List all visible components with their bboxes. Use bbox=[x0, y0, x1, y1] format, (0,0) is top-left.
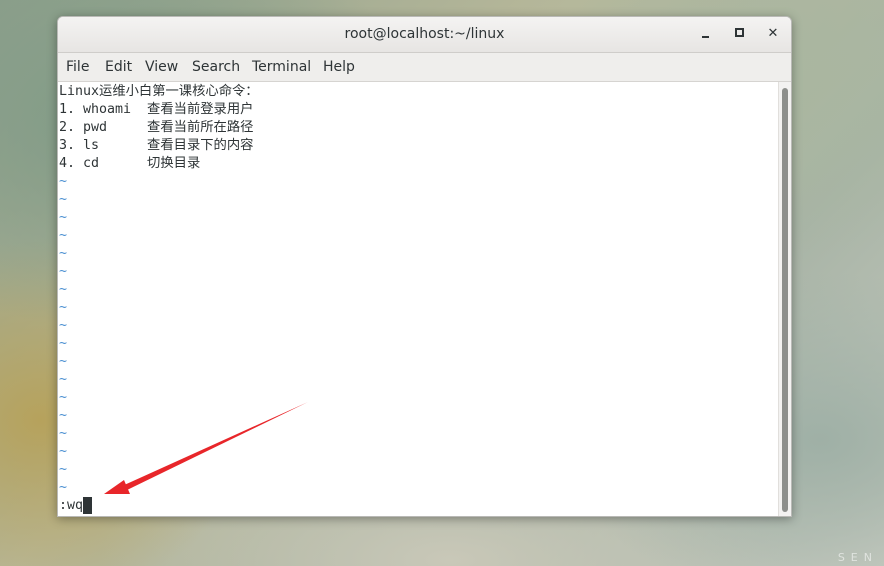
terminal-window: root@localhost:~/linux ✕ File Edit View … bbox=[57, 16, 792, 517]
minimize-button[interactable] bbox=[696, 25, 714, 43]
vim-tilde-line: ~ bbox=[59, 264, 68, 279]
vim-tilde-line: ~ bbox=[59, 336, 68, 351]
window-title: root@localhost:~/linux bbox=[344, 26, 505, 42]
vim-tilde-line: ~ bbox=[59, 480, 68, 495]
menu-help[interactable]: Help bbox=[323, 53, 355, 81]
terminal-line: Linux运维小白第一课核心命令： bbox=[59, 84, 259, 99]
vim-tilde-line: ~ bbox=[59, 192, 68, 207]
vim-tilde-line: ~ bbox=[59, 372, 68, 387]
vim-tilde-line: ~ bbox=[59, 318, 68, 333]
menu-terminal[interactable]: Terminal bbox=[252, 53, 311, 81]
title-bar[interactable]: root@localhost:~/linux ✕ bbox=[58, 17, 791, 53]
vim-tilde-line: ~ bbox=[59, 390, 68, 405]
terminal-line: 3. ls 查看目录下的内容 bbox=[59, 138, 254, 153]
vim-tilde-line: ~ bbox=[59, 444, 68, 459]
menu-search[interactable]: Search bbox=[192, 53, 240, 81]
vim-tilde-line: ~ bbox=[59, 210, 68, 225]
menu-edit[interactable]: Edit bbox=[105, 53, 132, 81]
scrollbar-thumb[interactable] bbox=[782, 88, 788, 512]
terminal-line: 4. cd 切换目录 bbox=[59, 156, 201, 171]
menu-file[interactable]: File bbox=[66, 53, 89, 81]
text-cursor bbox=[83, 497, 93, 514]
vim-tilde-line: ~ bbox=[59, 282, 68, 297]
menu-view[interactable]: View bbox=[145, 53, 178, 81]
terminal-line: 2. pwd 查看当前所在路径 bbox=[59, 120, 254, 135]
background-watermark: SEN bbox=[837, 551, 878, 564]
close-icon: ✕ bbox=[767, 26, 779, 41]
minimize-icon bbox=[701, 35, 709, 38]
vim-tilde-line: ~ bbox=[59, 174, 68, 189]
vim-tilde-line: ~ bbox=[59, 426, 68, 441]
maximize-button[interactable] bbox=[730, 25, 748, 43]
vim-command-text: :wq bbox=[59, 498, 84, 513]
vim-tilde-line: ~ bbox=[59, 408, 68, 423]
maximize-icon bbox=[734, 28, 744, 37]
terminal-area[interactable]: Linux运维小白第一课核心命令： 1. whoami 查看当前登录用户 2. … bbox=[58, 82, 779, 516]
vim-tilde-line: ~ bbox=[59, 300, 68, 315]
vim-tilde-line: ~ bbox=[59, 246, 68, 261]
menu-bar: File Edit View Search Terminal Help bbox=[58, 53, 791, 82]
close-button[interactable]: ✕ bbox=[764, 25, 782, 43]
vim-tilde-line: ~ bbox=[59, 462, 68, 477]
vim-command-line[interactable]: :wq bbox=[59, 497, 93, 515]
vim-tilde-line: ~ bbox=[59, 354, 68, 369]
vim-tilde-line: ~ bbox=[59, 228, 68, 243]
terminal-line: 1. whoami 查看当前登录用户 bbox=[59, 102, 254, 117]
terminal-scrollbar[interactable] bbox=[778, 82, 791, 516]
